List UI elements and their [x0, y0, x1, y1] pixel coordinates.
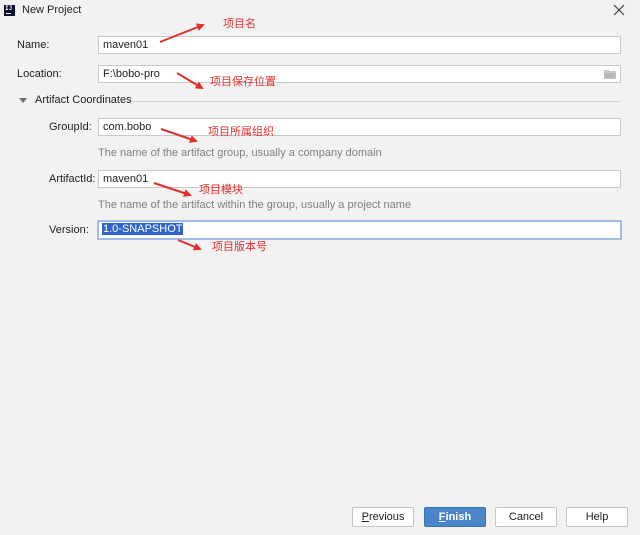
- annotation-arrows: [153, 23, 205, 251]
- finish-button[interactable]: Finish: [424, 507, 486, 527]
- annotation-group-id: 项目所属组织: [208, 125, 274, 138]
- arrow-artifact-id: [153, 182, 192, 197]
- previous-button[interactable]: Previous: [352, 507, 414, 527]
- arrow-location: [176, 72, 204, 90]
- previous-label: revious: [368, 511, 405, 523]
- finish-label: inish: [445, 511, 472, 523]
- arrow-group-id: [160, 128, 198, 143]
- cancel-button[interactable]: Cancel: [495, 507, 557, 527]
- help-button[interactable]: Help: [566, 507, 628, 527]
- annotation-artifact-id: 项目模块: [199, 183, 243, 196]
- finish-mnemonic: F: [438, 511, 446, 523]
- annotation-name: 项目名: [223, 17, 256, 30]
- annotation-version: 项目版本号: [212, 240, 267, 253]
- arrow-name: [159, 23, 205, 43]
- arrow-version: [177, 239, 202, 251]
- previous-mnemonic: P: [361, 511, 369, 523]
- annotation-location: 项目保存位置: [210, 75, 276, 88]
